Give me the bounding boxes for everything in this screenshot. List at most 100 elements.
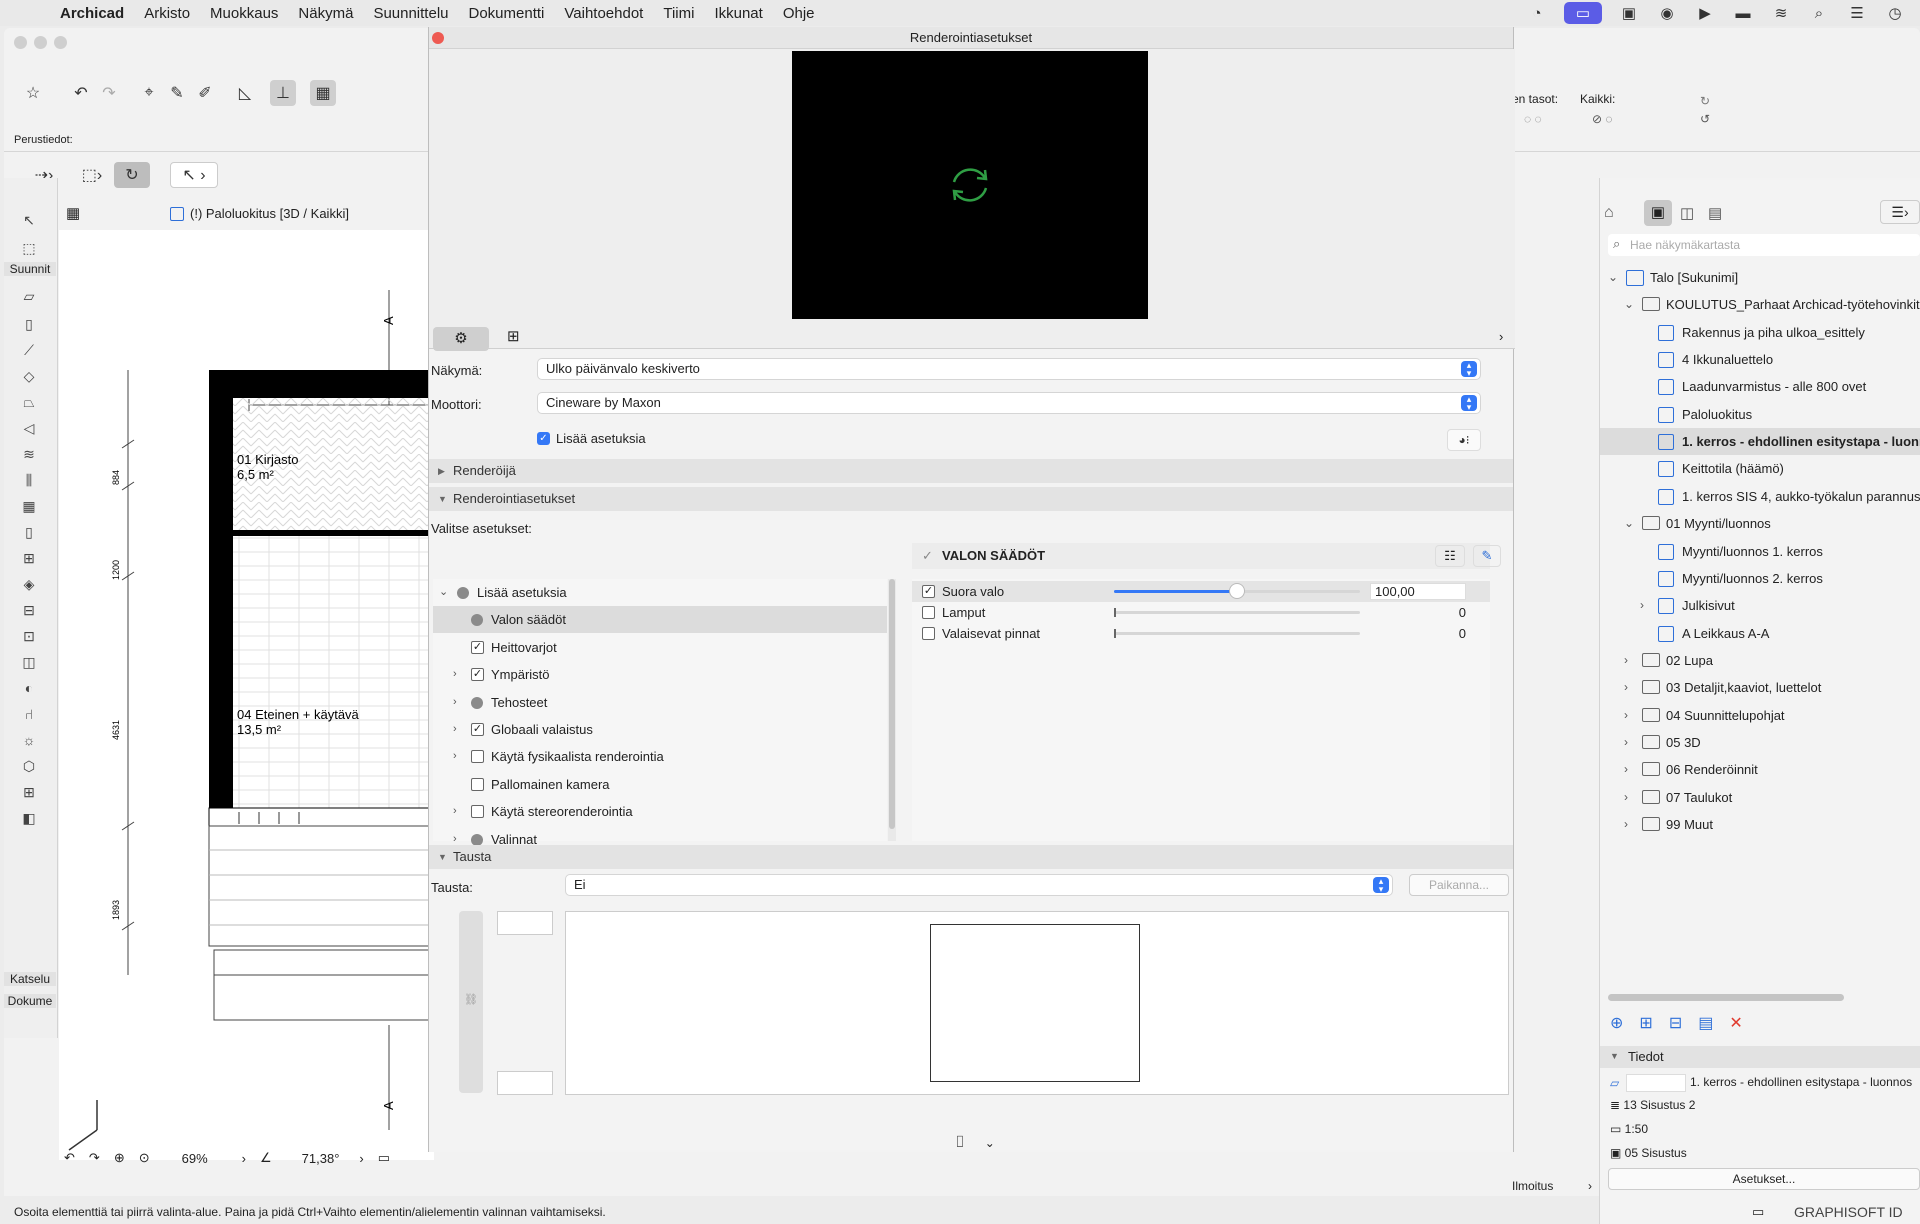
- render-settings-section[interactable]: ▼ Renderointiasetukset: [429, 487, 1513, 511]
- battery-icon[interactable]: ▬: [1732, 2, 1754, 24]
- thumbnail-view-icon[interactable]: ▦: [66, 204, 80, 222]
- view-map-item[interactable]: › 99 Muut: [1600, 811, 1920, 838]
- setting-checkbox[interactable]: ✓: [471, 640, 484, 654]
- view-map-item[interactable]: › 03 Detaljit,kaaviot, luettelot: [1600, 674, 1920, 701]
- chair-tool-icon[interactable]: ⑁: [16, 702, 42, 726]
- stair-tool-icon[interactable]: ≋: [16, 442, 42, 466]
- light-control-value[interactable]: 0: [1370, 602, 1466, 623]
- navigator-search-input[interactable]: Hae näkymäkartasta: [1608, 234, 1920, 256]
- refresh-icon[interactable]: [945, 160, 995, 210]
- reset-icon[interactable]: ↺: [1700, 112, 1710, 126]
- properties-icon[interactable]: ▤: [1698, 1013, 1713, 1033]
- menu-item-dokumentti[interactable]: Dokumentti: [459, 5, 555, 22]
- new-view-icon[interactable]: ⊕: [1610, 1013, 1623, 1033]
- morph-tool-icon[interactable]: ◐: [16, 676, 42, 700]
- grid-tool-icon[interactable]: ⊞: [16, 780, 42, 804]
- list-options-icon[interactable]: ☷: [1435, 545, 1465, 567]
- slider-tick[interactable]: [1114, 608, 1116, 617]
- view-map-item[interactable]: › 04 Suunnittelupohjat: [1600, 702, 1920, 729]
- layout-book-icon[interactable]: ◫: [1680, 204, 1694, 222]
- syringe-icon[interactable]: ✐: [192, 80, 218, 106]
- view-map-item[interactable]: Laadunvarmistus - alle 800 ovet: [1600, 373, 1920, 400]
- settings-tree-item[interactable]: › ✓ Ympäristö: [433, 661, 887, 688]
- camera-icon[interactable]: ⌷: [955, 1134, 965, 1152]
- marquee-tool-icon[interactable]: ⬚: [16, 236, 42, 260]
- light-control-value[interactable]: 0: [1370, 623, 1466, 644]
- view-map-item[interactable]: ⌄ 01 Myynti/luonnos: [1600, 510, 1920, 537]
- light-control-checkbox[interactable]: [922, 606, 935, 619]
- settings-tree-item[interactable]: ✓ Heittovarjot: [433, 634, 887, 661]
- view-map-icon[interactable]: ▣: [1644, 200, 1672, 226]
- edit-preset-icon[interactable]: ✎: [1473, 545, 1501, 567]
- navigator-menu-icon[interactable]: ☰›: [1880, 200, 1920, 224]
- light-slider[interactable]: [1114, 629, 1360, 638]
- settings-tree-item[interactable]: Valon säädöt: [433, 606, 887, 634]
- search-icon[interactable]: ⌕: [1808, 2, 1830, 24]
- pointer-tool-icon[interactable]: ↖ ›: [170, 162, 218, 188]
- menu-item-nakyma[interactable]: Näkymä: [288, 5, 363, 22]
- dialog-close-button[interactable]: [432, 32, 444, 44]
- collapse-triangle-icon[interactable]: ▼: [1610, 1051, 1619, 1061]
- settings-tree-item[interactable]: › Käytä stereorenderointia: [433, 798, 887, 825]
- grid-snap-icon[interactable]: ▦: [310, 80, 336, 106]
- new-folder-icon[interactable]: ⊟: [1669, 1013, 1682, 1033]
- view-map-item[interactable]: Rakennus ja piha ulkoa_esittely: [1600, 319, 1920, 346]
- menu-item-ikkunat[interactable]: Ikkunat: [704, 5, 772, 22]
- view-map-item[interactable]: › Julkisivut: [1600, 592, 1920, 619]
- chevron-down-icon[interactable]: ⌄: [439, 579, 448, 606]
- view-map-item[interactable]: Paloluokitus: [1600, 401, 1920, 428]
- background-select[interactable]: Ei ▴ ▾: [565, 874, 1393, 896]
- chevron-right-icon[interactable]: ›: [359, 1151, 363, 1166]
- chevron-down-icon[interactable]: ⌄: [985, 1136, 995, 1150]
- chevron-right-icon[interactable]: ›: [1640, 592, 1644, 619]
- shell-tool-icon[interactable]: ◁: [16, 416, 42, 440]
- undo-icon[interactable]: ↶: [68, 80, 94, 106]
- view-map-item[interactable]: › 05 3D: [1600, 729, 1920, 756]
- delete-icon[interactable]: ✕: [1729, 1013, 1742, 1033]
- pick-up-icon[interactable]: ⌖: [136, 80, 162, 106]
- chevron-right-icon[interactable]: ›: [1624, 784, 1628, 811]
- view-select[interactable]: Ulko päivänvalo keskiverto ▴ ▾: [537, 358, 1481, 380]
- zone-tool-icon[interactable]: ⊟: [16, 598, 42, 622]
- skylight-tool-icon[interactable]: ◈: [16, 572, 42, 596]
- chevron-right-icon[interactable]: ›: [1624, 647, 1628, 674]
- zoom-fit-icon[interactable]: ⊙: [139, 1150, 150, 1166]
- marquee-mode-icon[interactable]: ⬚›: [72, 162, 112, 188]
- chevron-right-icon[interactable]: ›: [453, 689, 457, 716]
- info-section-header[interactable]: Tiedot: [1600, 1046, 1920, 1068]
- link-toggle[interactable]: ⛓: [459, 911, 483, 1093]
- menu-item-arkisto[interactable]: Arkisto: [134, 5, 200, 22]
- column-tool-icon[interactable]: ▯: [16, 312, 42, 336]
- view-map-item[interactable]: Myynti/luonnos 1. kerros: [1600, 538, 1920, 565]
- more-settings-checkbox-row[interactable]: ✓ Lisää asetuksia: [537, 431, 646, 446]
- pen-set-row[interactable]: ▣ 05 Sisustus: [1610, 1146, 1687, 1160]
- window-tool-icon[interactable]: ⊞: [16, 546, 42, 570]
- renderer-section[interactable]: ▶ Renderöijä: [429, 459, 1513, 483]
- window-close-button[interactable]: [14, 36, 27, 49]
- chevron-right-icon[interactable]: ›: [453, 798, 457, 825]
- view-map-item[interactable]: 1. kerros - ehdollinen esitystapa - luon…: [1600, 428, 1920, 456]
- width-input[interactable]: [497, 911, 553, 935]
- menu-item-ohje[interactable]: Ohje: [773, 5, 825, 22]
- snapshot-control[interactable]: ⌷ ⌄: [935, 1131, 1015, 1155]
- settings-button[interactable]: Asetukset...: [1608, 1168, 1920, 1190]
- angle-icon[interactable]: ∠: [260, 1150, 272, 1166]
- play-icon[interactable]: ▶: [1694, 2, 1716, 24]
- publish-label[interactable]: Ilmoitus: [1512, 1174, 1553, 1198]
- clone-view-icon[interactable]: ⊞: [1639, 1013, 1652, 1033]
- graphisoft-id-label[interactable]: GRAPHISOFT ID: [1794, 1200, 1903, 1224]
- zoom-value[interactable]: 69%: [182, 1151, 208, 1166]
- favorites-star-icon[interactable]: ☆: [20, 80, 46, 106]
- cineware-icon[interactable]: ◕⁝: [1447, 429, 1481, 451]
- tab-paloluokitus[interactable]: (!) Paloluokitus [3D / Kaikki]: [170, 206, 349, 221]
- railing-tool-icon[interactable]: ⫼: [16, 468, 42, 492]
- tree-scrollbar-thumb[interactable]: [889, 579, 895, 829]
- chevron-down-icon[interactable]: ⌄: [1608, 264, 1618, 291]
- light-control-checkbox[interactable]: [922, 627, 935, 640]
- chevron-right-icon[interactable]: ›: [1624, 811, 1628, 838]
- dialog-title[interactable]: Renderointiasetukset: [429, 27, 1513, 49]
- view-map-item[interactable]: Keittotila (häämö): [1600, 455, 1920, 482]
- settings-tree-item[interactable]: ⌄ Lisää asetuksia: [433, 579, 887, 606]
- wifi-icon[interactable]: ≋: [1770, 2, 1792, 24]
- setting-checkbox[interactable]: ✓: [471, 668, 484, 682]
